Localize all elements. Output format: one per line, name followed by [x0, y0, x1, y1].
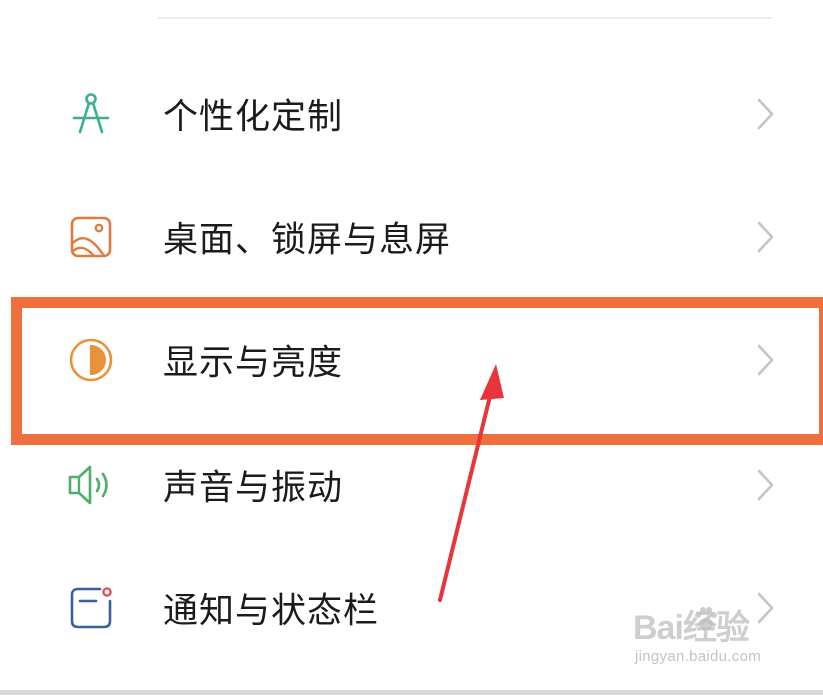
settings-item-sound-vibration[interactable]: 声音与振动: [0, 423, 823, 547]
brightness-icon: [66, 335, 116, 385]
chevron-right-icon: [750, 340, 780, 380]
compass-icon: [66, 89, 116, 139]
settings-item-label: 桌面、锁屏与息屏: [163, 220, 452, 261]
settings-item-display-brightness[interactable]: 显示与亮度: [0, 298, 823, 422]
wallpaper-icon: [66, 212, 116, 262]
settings-item-label: 个性化定制: [163, 97, 344, 138]
top-divider: [158, 17, 772, 19]
chevron-right-icon: [750, 217, 780, 257]
chevron-right-icon: [750, 465, 780, 505]
chevron-right-icon: [750, 588, 780, 628]
bottom-divider: [0, 690, 823, 695]
settings-item-home-lock-screen[interactable]: 桌面、锁屏与息屏: [0, 175, 823, 299]
settings-item-label: 声音与振动: [163, 468, 344, 509]
notification-icon: [66, 583, 116, 633]
settings-item-notifications-status-bar[interactable]: 通知与状态栏: [0, 546, 823, 670]
settings-item-label: 通知与状态栏: [163, 591, 380, 632]
settings-item-label: 显示与亮度: [163, 343, 344, 384]
settings-item-personalization[interactable]: 个性化定制: [0, 52, 823, 176]
chevron-right-icon: [750, 94, 780, 134]
speaker-icon: [66, 460, 116, 510]
